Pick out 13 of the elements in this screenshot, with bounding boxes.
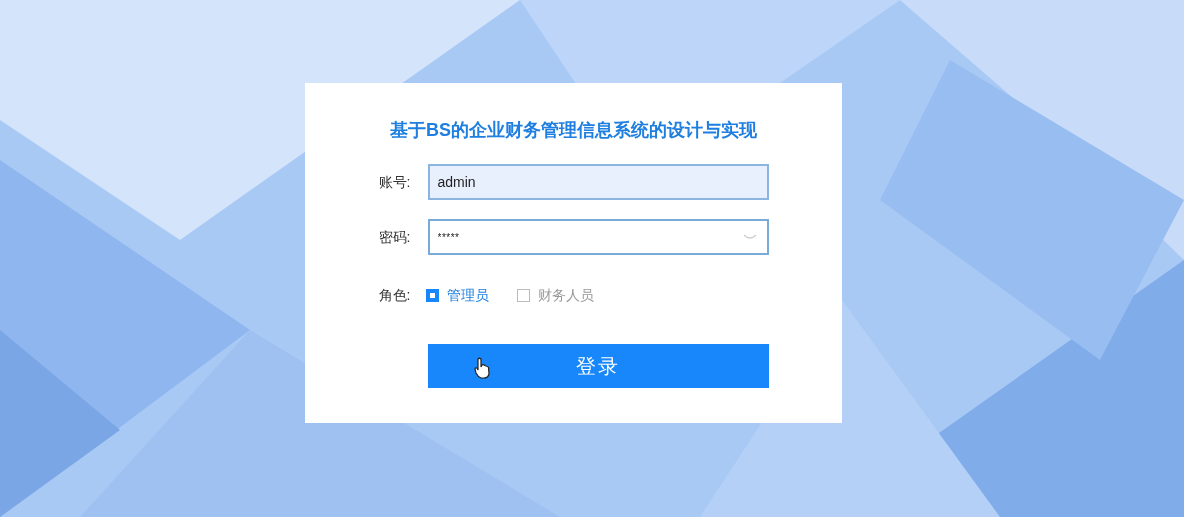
checkbox[interactable] (425, 289, 439, 302)
role-option-label[interactable]: 财务人员 (537, 285, 594, 306)
hand-cursor-icon (473, 357, 490, 379)
login-button[interactable]: 登录 (427, 344, 769, 388)
password-field[interactable]: ***** (427, 219, 769, 255)
page-title: 基于BS的企业财务管理信息系统的设计与实现 (390, 119, 757, 142)
role-option-label[interactable]: 管理员 (446, 285, 489, 306)
eye-closed-icon[interactable] (742, 234, 757, 240)
role-label: 角色: (378, 286, 412, 305)
username-field[interactable]: admin (427, 164, 769, 200)
checkbox[interactable] (516, 289, 530, 302)
field-label: 密码: (378, 227, 412, 247)
field-label: 账号: (378, 172, 412, 192)
